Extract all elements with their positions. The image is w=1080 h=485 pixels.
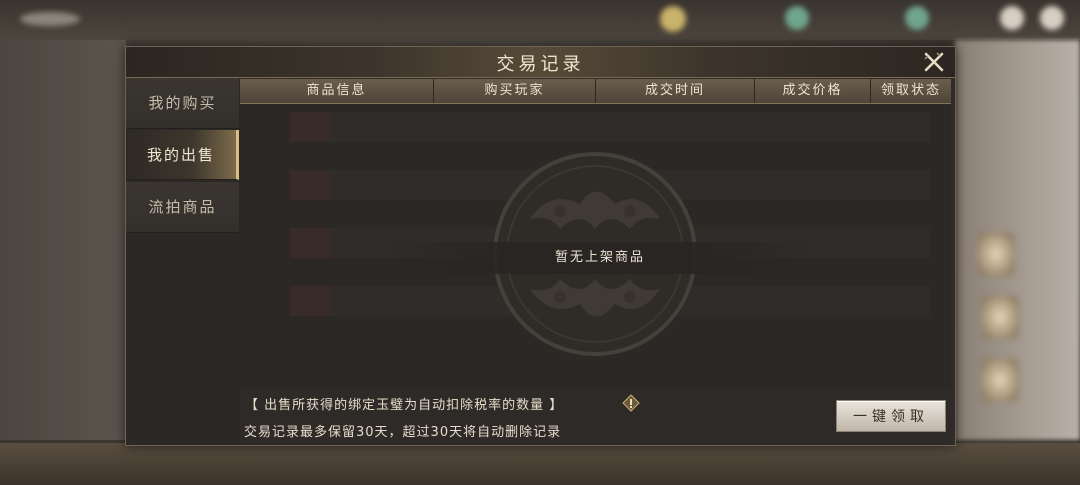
tab-my-sales[interactable]: 我的出售 [126, 130, 239, 180]
retention-note: 交易记录最多保留30天，超过30天将自动删除记录 [244, 425, 562, 440]
dialog-titlebar: 交易记录 [126, 47, 955, 78]
close-icon [924, 52, 944, 72]
dialog-title: 交易记录 [496, 54, 585, 75]
record-footer: 【 出售所获得的绑定玉璧为自动扣除税率的数量 】 交易记录最多保留30天，超过3… [240, 388, 951, 445]
trade-record-dialog: 交易记录 我的购买 我的出售 流拍商品 商品信息 购买玩家 成交时间 成交价格 … [125, 46, 956, 446]
column-buyer: 购买玩家 [434, 79, 596, 103]
record-sidebar: 我的购买 我的出售 流拍商品 [126, 78, 239, 445]
background-ghost-row [290, 112, 930, 142]
column-item-info: 商品信息 [240, 79, 434, 103]
record-list[interactable]: 暂无上架商品 [240, 104, 951, 387]
record-content: 商品信息 购买玩家 成交时间 成交价格 领取状态 暂无上架商品 【 出售所获得的… [240, 78, 955, 445]
right-background-panel [955, 40, 1080, 440]
tab-my-purchases[interactable]: 我的购买 [126, 78, 239, 129]
bottom-background-bar [0, 443, 1080, 485]
tab-unsold-items[interactable]: 流拍商品 [126, 182, 239, 233]
top-hud-bar [0, 0, 1080, 40]
table-header: 商品信息 购买玩家 成交时间 成交价格 领取状态 [240, 79, 951, 104]
empty-state-message: 暂无上架商品 [380, 242, 820, 274]
left-background-panel [0, 40, 126, 440]
claim-all-button[interactable]: 一键领取 [836, 400, 946, 432]
close-button[interactable] [923, 51, 945, 73]
tax-note: 【 出售所获得的绑定玉璧为自动扣除税率的数量 】 [245, 398, 564, 413]
column-deal-time: 成交时间 [596, 79, 755, 103]
column-deal-price: 成交价格 [755, 79, 871, 103]
info-diamond-icon[interactable] [622, 394, 640, 412]
column-claim-status: 领取状态 [880, 83, 941, 98]
